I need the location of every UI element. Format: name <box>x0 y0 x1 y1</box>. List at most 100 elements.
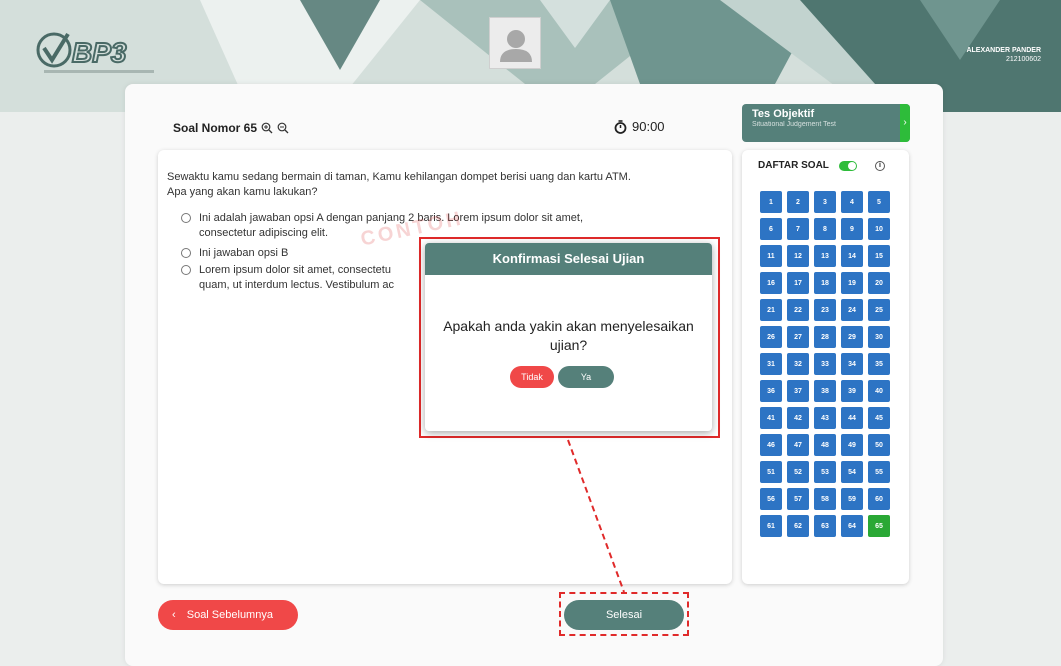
question-number-44[interactable]: 44 <box>841 407 863 429</box>
question-number-16[interactable]: 16 <box>760 272 782 294</box>
question-number-2[interactable]: 2 <box>787 191 809 213</box>
question-number-21[interactable]: 21 <box>760 299 782 321</box>
question-number-65[interactable]: 65 <box>868 515 890 537</box>
question-number-15[interactable]: 15 <box>868 245 890 267</box>
question-number-35[interactable]: 35 <box>868 353 890 375</box>
question-number-13[interactable]: 13 <box>814 245 836 267</box>
question-number-29[interactable]: 29 <box>841 326 863 348</box>
question-number-48[interactable]: 48 <box>814 434 836 456</box>
question-number-43[interactable]: 43 <box>814 407 836 429</box>
question-number-title: Soal Nomor 65 <box>173 121 258 135</box>
question-number-23[interactable]: 23 <box>814 299 836 321</box>
question-number-33[interactable]: 33 <box>814 353 836 375</box>
test-section-header: Tes Objektif Situational Judgement Test … <box>742 104 910 142</box>
question-number-61[interactable]: 61 <box>760 515 782 537</box>
confirm-button[interactable]: Ya <box>558 366 614 388</box>
question-number-20[interactable]: 20 <box>868 272 890 294</box>
finish-exam-button[interactable]: Selesai <box>564 600 684 630</box>
question-number-8[interactable]: 8 <box>814 218 836 240</box>
finish-exam-confirmation-dialog: Konfirmasi Selesai Ujian Apakah anda yak… <box>425 243 712 431</box>
question-number-56[interactable]: 56 <box>760 488 782 510</box>
question-number-49[interactable]: 49 <box>841 434 863 456</box>
question-number-3[interactable]: 3 <box>814 191 836 213</box>
timer-value: 90:00 <box>632 119 665 134</box>
info-icon[interactable]: i <box>874 160 885 171</box>
question-number-18[interactable]: 18 <box>814 272 836 294</box>
question-number-34[interactable]: 34 <box>841 353 863 375</box>
question-number-4[interactable]: 4 <box>841 191 863 213</box>
question-number-51[interactable]: 51 <box>760 461 782 483</box>
radio-button[interactable] <box>181 248 191 258</box>
question-header: Soal Nomor 65 <box>173 121 289 135</box>
question-number-64[interactable]: 64 <box>841 515 863 537</box>
question-number-60[interactable]: 60 <box>868 488 890 510</box>
dialog-message: Apakah anda yakin akan menyelesaikan uji… <box>443 318 694 353</box>
question-number-45[interactable]: 45 <box>868 407 890 429</box>
question-number-38[interactable]: 38 <box>814 380 836 402</box>
stopwatch-icon <box>614 119 627 134</box>
question-number-52[interactable]: 52 <box>787 461 809 483</box>
next-section-button[interactable]: › <box>900 104 910 142</box>
question-number-57[interactable]: 57 <box>787 488 809 510</box>
question-number-6[interactable]: 6 <box>760 218 782 240</box>
user-id: 212100602 <box>1005 56 1041 63</box>
question-number-25[interactable]: 25 <box>868 299 890 321</box>
question-number-10[interactable]: 10 <box>868 218 890 240</box>
question-number-37[interactable]: 37 <box>787 380 809 402</box>
question-number-11[interactable]: 11 <box>760 245 782 267</box>
question-number-17[interactable]: 17 <box>787 272 809 294</box>
question-number-46[interactable]: 46 <box>760 434 782 456</box>
question-number-39[interactable]: 39 <box>841 380 863 402</box>
answer-option-label: Ini jawaban opsi B <box>199 247 289 259</box>
user-info: ALEXANDER PANDER 212100602 <box>966 46 1041 64</box>
question-number-24[interactable]: 24 <box>841 299 863 321</box>
question-number-30[interactable]: 30 <box>868 326 890 348</box>
svg-text:BP3: BP3 <box>72 37 127 68</box>
question-number-50[interactable]: 50 <box>868 434 890 456</box>
question-number-28[interactable]: 28 <box>814 326 836 348</box>
question-number-32[interactable]: 32 <box>787 353 809 375</box>
answer-option-c[interactable]: Lorem ipsum dolor sit amet, consectetu q… <box>181 263 421 293</box>
question-number-62[interactable]: 62 <box>787 515 809 537</box>
question-number-14[interactable]: 14 <box>841 245 863 267</box>
chevron-left-icon: ‹ <box>172 609 176 621</box>
user-name: ALEXANDER PANDER <box>966 47 1041 54</box>
zoom-out-icon[interactable] <box>277 122 289 134</box>
question-number-19[interactable]: 19 <box>841 272 863 294</box>
question-number-54[interactable]: 54 <box>841 461 863 483</box>
question-number-27[interactable]: 27 <box>787 326 809 348</box>
question-number-26[interactable]: 26 <box>760 326 782 348</box>
question-number-7[interactable]: 7 <box>787 218 809 240</box>
previous-question-button[interactable]: ‹ Soal Sebelumnya <box>158 600 298 630</box>
question-number-47[interactable]: 47 <box>787 434 809 456</box>
zoom-in-icon[interactable] <box>261 122 273 134</box>
profile-avatar <box>489 17 541 69</box>
cancel-button[interactable]: Tidak <box>510 366 554 388</box>
test-subtitle: Situational Judgement Test <box>752 121 836 128</box>
previous-question-label: Soal Sebelumnya <box>186 609 273 621</box>
question-number-9[interactable]: 9 <box>841 218 863 240</box>
question-number-5[interactable]: 5 <box>868 191 890 213</box>
question-list-header: DAFTAR SOAL i <box>758 160 885 171</box>
test-title: Tes Objektif <box>752 108 815 120</box>
question-number-40[interactable]: 40 <box>868 380 890 402</box>
question-number-grid: 1 2 3 4 5 6 7 8 9 10 11 12 13 14 15 16 17 18 19 20 21 22 23 24 2… <box>760 191 898 537</box>
question-number-59[interactable]: 59 <box>841 488 863 510</box>
question-number-58[interactable]: 58 <box>814 488 836 510</box>
radio-button[interactable] <box>181 265 191 275</box>
exam-timer: 90:00 <box>614 119 665 134</box>
question-list-title: DAFTAR SOAL <box>758 160 829 171</box>
question-number-42[interactable]: 42 <box>787 407 809 429</box>
question-number-55[interactable]: 55 <box>868 461 890 483</box>
question-number-41[interactable]: 41 <box>760 407 782 429</box>
question-number-22[interactable]: 22 <box>787 299 809 321</box>
question-number-63[interactable]: 63 <box>814 515 836 537</box>
question-number-36[interactable]: 36 <box>760 380 782 402</box>
question-number-31[interactable]: 31 <box>760 353 782 375</box>
question-list-toggle[interactable] <box>838 160 857 171</box>
user-silhouette-icon <box>500 30 532 62</box>
question-number-53[interactable]: 53 <box>814 461 836 483</box>
question-number-1[interactable]: 1 <box>760 191 782 213</box>
radio-button[interactable] <box>181 213 191 223</box>
question-number-12[interactable]: 12 <box>787 245 809 267</box>
